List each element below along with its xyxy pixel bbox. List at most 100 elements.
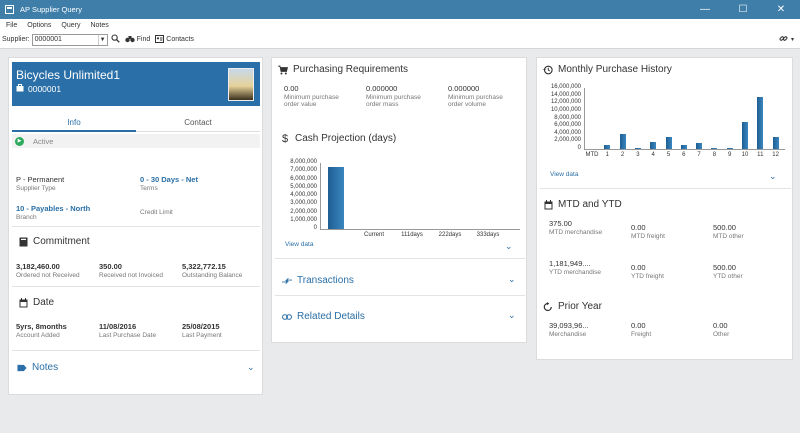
divider (275, 295, 525, 296)
related-details-title: Related Details (297, 311, 365, 322)
maximize-button[interactable]: ☐ (724, 0, 762, 19)
credit-limit-field: Credit Limit (140, 208, 173, 216)
y-tick-label: 16,000,000 (550, 84, 581, 90)
title-bar: AP Supplier Query — ☐ ✕ (0, 0, 800, 19)
y-tick-label: 3,000,000 (290, 200, 317, 207)
menu-file[interactable]: File (6, 22, 17, 29)
x-tick-label: Current (363, 232, 384, 238)
mtd-merchandise-label: MTD merchandise (549, 229, 603, 236)
branch-field: 10 - Payables - North Branch (16, 204, 90, 221)
divider (12, 350, 260, 351)
chart-bar[interactable] (726, 147, 733, 149)
chart-bar[interactable] (650, 142, 657, 149)
prior-freight-field: 0.00 Freight (631, 321, 651, 338)
prior-other-field: 0.00 Other (713, 321, 729, 338)
chart-bar[interactable] (328, 167, 344, 229)
account-added-value: 5yrs, 8months (16, 322, 67, 331)
y-tick-label: 12,000,000 (550, 99, 581, 106)
tab-contact[interactable]: Contact (136, 116, 260, 132)
y-tick-label: 1,000,000 (290, 216, 317, 223)
chevron-down-icon[interactable]: ⌄ (505, 241, 513, 252)
y-tick-label: 4,000,000 (290, 192, 317, 198)
y-tick-label: 8,000,000 (554, 114, 581, 121)
min-po-mass: 0.000000 (366, 84, 398, 93)
mtd-other-label: MTD other (713, 233, 744, 240)
mtd-freight-field: 0.00 MTD freight (631, 223, 665, 240)
received-label: Received not Invoiced (99, 272, 163, 279)
chevron-down-icon[interactable]: ⌄ (769, 171, 777, 182)
chart-bar[interactable] (634, 148, 641, 149)
search-icon[interactable] (111, 34, 120, 45)
chart-bar[interactable] (619, 133, 626, 149)
tab-info[interactable]: Info (12, 116, 136, 132)
contacts-label: Contacts (166, 36, 194, 43)
y-axis-line (584, 88, 585, 149)
chart-bar[interactable] (680, 145, 687, 149)
branch-label: Branch (16, 214, 37, 221)
chart-bar[interactable] (772, 136, 779, 149)
mtd-freight-value: 0.00 (631, 223, 646, 232)
x-axis-line (584, 149, 785, 150)
chart-bar[interactable] (604, 145, 611, 149)
close-button[interactable]: ✕ (762, 0, 800, 19)
outstanding-label: Outstanding Balance (182, 272, 243, 279)
calendar-icon (543, 199, 553, 210)
supplier-code: 0000001 (28, 84, 62, 94)
chart-bar[interactable] (742, 122, 748, 149)
last-purchase-field: 11/08/2016 Last Purchase Date (99, 322, 156, 339)
y-tick-label: 7,000,000 (290, 167, 317, 174)
cart-icon (278, 65, 288, 75)
dropdown-arrow-icon[interactable]: ▾ (791, 36, 794, 43)
chevron-down-icon[interactable]: ⌄ (508, 310, 516, 321)
contacts-button[interactable]: Contacts (155, 34, 194, 45)
supplier-combo[interactable]: 0000001 ▼ (31, 33, 108, 46)
prior-year-title: Prior Year (558, 301, 602, 312)
purchasing-title: Purchasing Requirements (293, 64, 409, 75)
chart-bar[interactable] (665, 136, 672, 149)
menu-query[interactable]: Query (61, 22, 80, 29)
chevron-down-icon[interactable]: ⌄ (247, 362, 255, 373)
mtd-ytd-header: MTD and YTD (543, 199, 622, 210)
commitment-received: 350.00 Received not Invoiced (99, 262, 163, 279)
related-details-header[interactable]: Related Details (282, 311, 365, 322)
find-button[interactable]: Find (124, 35, 150, 45)
transactions-header[interactable]: Transactions (282, 275, 354, 286)
credit-limit-label: Credit Limit (140, 209, 173, 216)
menu-options[interactable]: Options (27, 22, 51, 29)
divider (540, 188, 791, 189)
y-tick-label: 8,000,000 (290, 159, 317, 165)
terms-field: 0 - 30 Days - Net Terms (140, 175, 198, 192)
cash-projection-chart: 8,000,000 7,000,000 6,000,000 5,000,000 4,00… (272, 153, 528, 241)
prior-merchandise-field: 39,093,96... Merchandise (549, 321, 619, 338)
mtd-other-value: 500.00 (713, 223, 736, 232)
min-po-volume-label: Minimum purchase order volume (448, 94, 503, 108)
transfer-icon (282, 276, 292, 286)
link-icon[interactable] (779, 34, 788, 45)
branch-value[interactable]: 10 - Payables - North (16, 204, 90, 213)
calendar-icon (18, 297, 28, 308)
refresh-icon (543, 301, 553, 312)
supplier-input[interactable]: 0000001 (33, 36, 98, 43)
prior-year-header: Prior Year (543, 301, 602, 312)
chart-bar[interactable] (711, 147, 718, 149)
cash-view-data-link[interactable]: View data (285, 241, 313, 248)
chart-bar[interactable] (696, 142, 703, 149)
chevron-down-icon[interactable]: ▼ (97, 34, 107, 45)
terms-value[interactable]: 0 - 30 Days - Net (140, 175, 198, 184)
ytd-freight-value: 0.00 (631, 263, 646, 272)
minimize-button[interactable]: — (686, 0, 724, 19)
monthly-view-data-link[interactable]: View data (550, 171, 578, 178)
toolbar: Supplier: 0000001 ▼ Find Contacts ▾ (0, 31, 800, 49)
chart-bar[interactable] (757, 97, 764, 149)
x-tick-label: 12 (772, 152, 779, 158)
menu-notes[interactable]: Notes (90, 22, 108, 29)
notes-header[interactable]: Notes (17, 362, 58, 373)
binoculars-icon (124, 35, 135, 45)
last-payment-value: 25/08/2015 (182, 322, 220, 331)
prior-freight-label: Freight (631, 331, 652, 338)
mtd-merchandise-value: 375.00 (549, 219, 572, 228)
ytd-other-field: 500.00 YTD other (713, 263, 743, 280)
chevron-down-icon[interactable]: ⌄ (508, 274, 516, 285)
supplier-header: Bicycles Unlimited1 0000001 (12, 62, 260, 106)
supplier-logo (228, 68, 254, 101)
